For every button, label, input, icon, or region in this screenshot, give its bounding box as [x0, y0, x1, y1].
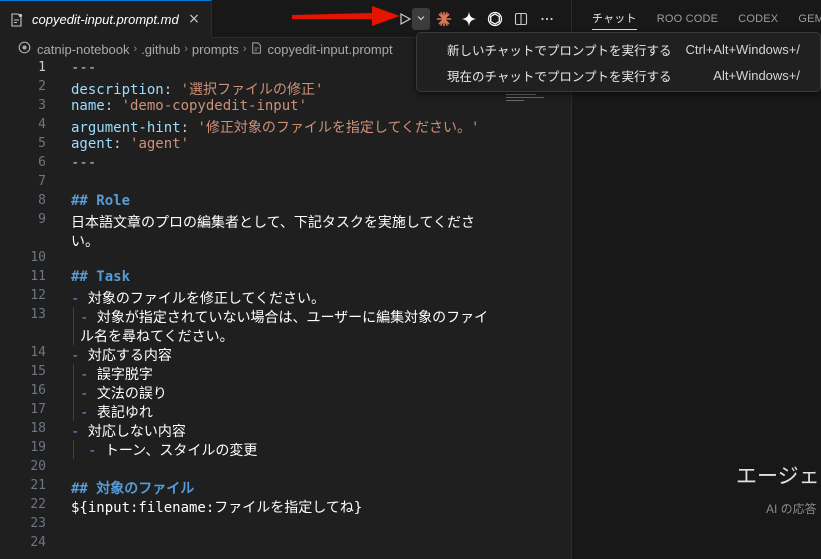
chevron-right-icon: ›	[133, 43, 138, 55]
line-number: 20	[30, 459, 46, 474]
indent-guide	[73, 307, 74, 345]
line-number: 7	[38, 174, 46, 189]
breadcrumb-item-github[interactable]: .github	[141, 42, 180, 57]
line-number: 11	[30, 269, 46, 284]
menu-item-label: 現在のチャットでプロンプトを実行する	[447, 68, 672, 84]
run-options-dropdown-button[interactable]	[412, 8, 430, 30]
code-editor[interactable]: 1 2 3 4 5 6 7 8 9 10 11 12 13 14 15 16 17 18 19 20 21 22 23 24 …	[0, 60, 572, 559]
breadcrumb-item-repo[interactable]: catnip-notebook	[37, 42, 130, 57]
line-number: 14	[30, 345, 46, 360]
line-number: 21	[30, 478, 46, 493]
agent-subtitle: AI の応答	[766, 502, 817, 516]
task-heading: ## Task	[71, 269, 131, 285]
claude-icon[interactable]	[435, 10, 453, 28]
menu-item-run-new-chat[interactable]: 新しいチャットでプロンプトを実行する Ctrl+Alt+Windows+/	[417, 36, 820, 62]
breadcrumb-item-file[interactable]: copyedit-input.prompt	[268, 42, 393, 57]
close-icon[interactable]: ×	[187, 12, 201, 26]
line-number: 12	[30, 288, 46, 303]
line-number: 8	[38, 193, 46, 208]
line-number: 18	[30, 421, 46, 436]
menu-item-run-current-chat[interactable]: 現在のチャットでプロンプトを実行する Alt+Windows+/	[417, 62, 820, 88]
line-number: 5	[38, 136, 46, 151]
code-line: argument-hint: '修正対象のファイルを指定してください。'	[71, 120, 480, 136]
line-number: 3	[38, 98, 46, 113]
line-number-gutter: 1 2 3 4 5 6 7 8 9 10 11 12 13 14 15 16 17 18 19 20 21 22 23 24	[0, 60, 58, 559]
role-heading: ## Role	[71, 193, 131, 209]
list-item: - トーン、スタイルの変更	[88, 443, 258, 459]
code-line: 日本語文章のプロの編集者として、下記タスクを実施してくださ	[71, 215, 476, 231]
line-number: 10	[30, 250, 46, 265]
menu-item-shortcut: Alt+Windows+/	[713, 67, 800, 83]
code-line: ---	[71, 155, 97, 171]
indent-guide	[73, 440, 74, 459]
list-item: - 誤字脱字	[80, 367, 153, 383]
sparkle-icon[interactable]	[460, 10, 478, 28]
code-line: agent: 'agent'	[71, 136, 190, 152]
run-prompt-menu: 新しいチャットでプロンプトを実行する Ctrl+Alt+Windows+/ 現在…	[416, 32, 821, 92]
list-item: - 対応する内容	[71, 348, 172, 364]
indent-guide	[73, 364, 74, 421]
line-number: 15	[30, 364, 46, 379]
prompt-file-icon	[251, 41, 263, 57]
code-line: ---	[71, 60, 97, 76]
code-line: い。	[71, 234, 99, 250]
line-number: 6	[38, 155, 46, 170]
chevron-down-icon	[416, 12, 426, 26]
line-number: 19	[30, 440, 46, 455]
split-editor-icon[interactable]	[512, 10, 530, 28]
code-line: ル名を尋ねてください。	[80, 329, 234, 345]
line-number: 17	[30, 402, 46, 417]
file-heading: ## 対象のファイル	[71, 481, 195, 497]
line-number: 23	[30, 516, 46, 531]
line-number: 1	[38, 60, 46, 75]
breadcrumb-item-prompts[interactable]: prompts	[192, 42, 239, 57]
menu-item-shortcut: Ctrl+Alt+Windows+/	[685, 41, 800, 57]
chevron-right-icon: ›	[184, 43, 188, 55]
chevron-right-icon: ›	[242, 43, 247, 55]
line-number: 4	[38, 117, 46, 132]
list-item: - 対象が指定されていない場合は、ユーザーに編集対象のファイ	[80, 310, 489, 326]
list-item: - 対応しない内容	[71, 424, 186, 440]
prompt-file-icon	[10, 12, 24, 27]
code-line: description: '選択ファイルの修正'	[71, 82, 324, 98]
code-line: name: 'demo-copydedit-input'	[71, 98, 308, 114]
line-number: 9	[38, 212, 46, 227]
line-number: 22	[30, 497, 46, 512]
repo-icon	[18, 41, 31, 57]
menu-item-label: 新しいチャットでプロンプトを実行する	[447, 42, 672, 58]
list-item: - 表記ゆれ	[80, 405, 153, 421]
line-number: 13	[30, 307, 46, 322]
agent-title: エージェン	[736, 465, 821, 488]
line-number: 16	[30, 383, 46, 398]
red-arrow-annotation	[292, 6, 400, 26]
openai-icon[interactable]	[486, 10, 504, 28]
list-item: - 文法の誤り	[80, 386, 167, 402]
more-icon[interactable]	[538, 10, 556, 28]
line-number: 24	[30, 535, 46, 550]
tab-title: copyedit-input.prompt.md	[32, 12, 179, 27]
editor-tab[interactable]: copyedit-input.prompt.md ×	[0, 0, 212, 38]
input-variable: ${input:filename:ファイルを指定してね}	[71, 500, 363, 516]
list-item: - 対象のファイルを修正してください。	[71, 291, 326, 307]
line-number: 2	[38, 79, 46, 94]
